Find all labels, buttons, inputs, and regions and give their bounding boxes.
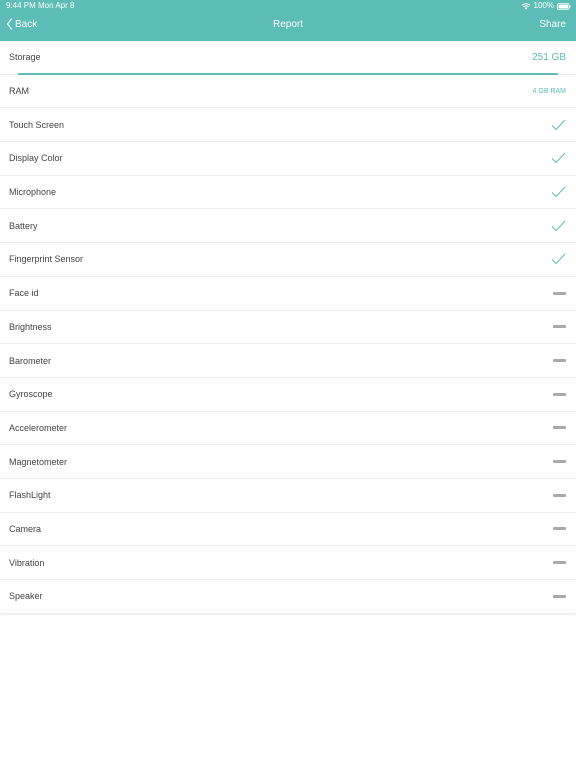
row-magnetometer: Magnetometer bbox=[0, 445, 576, 479]
header: 9:44 PM Mon Apr 8 100% Back Report Share bbox=[0, 0, 576, 41]
row-gyroscope: Gyroscope bbox=[0, 377, 576, 412]
dash-icon bbox=[553, 527, 566, 531]
row-label: FlashLight bbox=[9, 490, 51, 501]
status-date: Mon Apr 8 bbox=[38, 1, 75, 10]
dash-icon bbox=[553, 460, 566, 464]
wifi-icon bbox=[521, 3, 530, 10]
row-label: Storage bbox=[9, 52, 41, 63]
check-icon bbox=[551, 119, 566, 130]
check-icon bbox=[551, 254, 566, 265]
row-display-color: Display Color bbox=[0, 142, 576, 176]
row-label: Accelerometer bbox=[9, 422, 68, 433]
row-brightness: Brightness bbox=[0, 310, 576, 345]
row-label: Camera bbox=[9, 523, 42, 534]
status-time: 9:44 PM bbox=[6, 1, 36, 10]
row-label: Barometer bbox=[9, 355, 52, 366]
status-bar: 9:44 PM Mon Apr 8 100% bbox=[0, 0, 576, 12]
share-button[interactable]: Share bbox=[539, 19, 566, 30]
report-list: Storage 251 GB RAM 4 GB RAM Touch Screen… bbox=[0, 41, 576, 614]
row-label: Battery bbox=[9, 220, 38, 231]
row-label: Touch Screen bbox=[9, 119, 65, 130]
battery-icon bbox=[557, 2, 571, 10]
row-label: Fingerprint Sensor bbox=[9, 254, 84, 265]
row-label: Microphone bbox=[9, 187, 57, 198]
check-icon bbox=[551, 220, 566, 231]
dash-icon bbox=[553, 594, 566, 598]
row-face-id: Face id bbox=[0, 276, 576, 311]
row-label: Magnetometer bbox=[9, 456, 68, 467]
nav-bar: Back Report Share bbox=[0, 12, 576, 41]
row-label: Speaker bbox=[9, 591, 43, 602]
storage-value: 251 GB bbox=[532, 51, 566, 63]
check-icon bbox=[551, 186, 566, 198]
row-fingerprint-sensor: Fingerprint Sensor bbox=[0, 243, 576, 277]
dash-icon bbox=[553, 493, 566, 497]
ram-value: 4 GB RAM bbox=[532, 87, 566, 95]
row-camera: Camera bbox=[0, 512, 576, 547]
row-battery: Battery bbox=[0, 209, 576, 244]
row-label: Face id bbox=[9, 288, 39, 299]
row-microphone: Microphone bbox=[0, 175, 576, 210]
row-label: Gyroscope bbox=[9, 389, 53, 400]
dash-icon bbox=[553, 359, 566, 363]
row-speaker: Speaker bbox=[0, 580, 576, 614]
row-label: RAM bbox=[9, 86, 29, 97]
page-title: Report bbox=[272, 19, 303, 30]
dash-icon bbox=[553, 392, 566, 396]
row-barometer: Barometer bbox=[0, 344, 576, 378]
row-label: Vibration bbox=[9, 557, 45, 568]
dash-icon bbox=[553, 291, 566, 295]
status-indicators: 100% bbox=[521, 0, 571, 12]
row-label: Display Color bbox=[9, 153, 63, 164]
row-storage: Storage 251 GB bbox=[0, 41, 576, 76]
check-icon bbox=[551, 153, 566, 164]
dash-icon bbox=[553, 325, 566, 329]
battery-percent: 100% bbox=[533, 1, 554, 10]
row-accelerometer: Accelerometer bbox=[0, 411, 576, 446]
row-flashlight: FlashLight bbox=[0, 478, 576, 513]
row-ram: RAM 4 GB RAM bbox=[0, 74, 576, 109]
row-label: Brightness bbox=[9, 321, 52, 332]
dash-icon bbox=[553, 561, 566, 565]
dash-icon bbox=[553, 426, 566, 430]
row-vibration: Vibration bbox=[0, 546, 576, 580]
row-touch-screen: Touch Screen bbox=[0, 108, 576, 143]
